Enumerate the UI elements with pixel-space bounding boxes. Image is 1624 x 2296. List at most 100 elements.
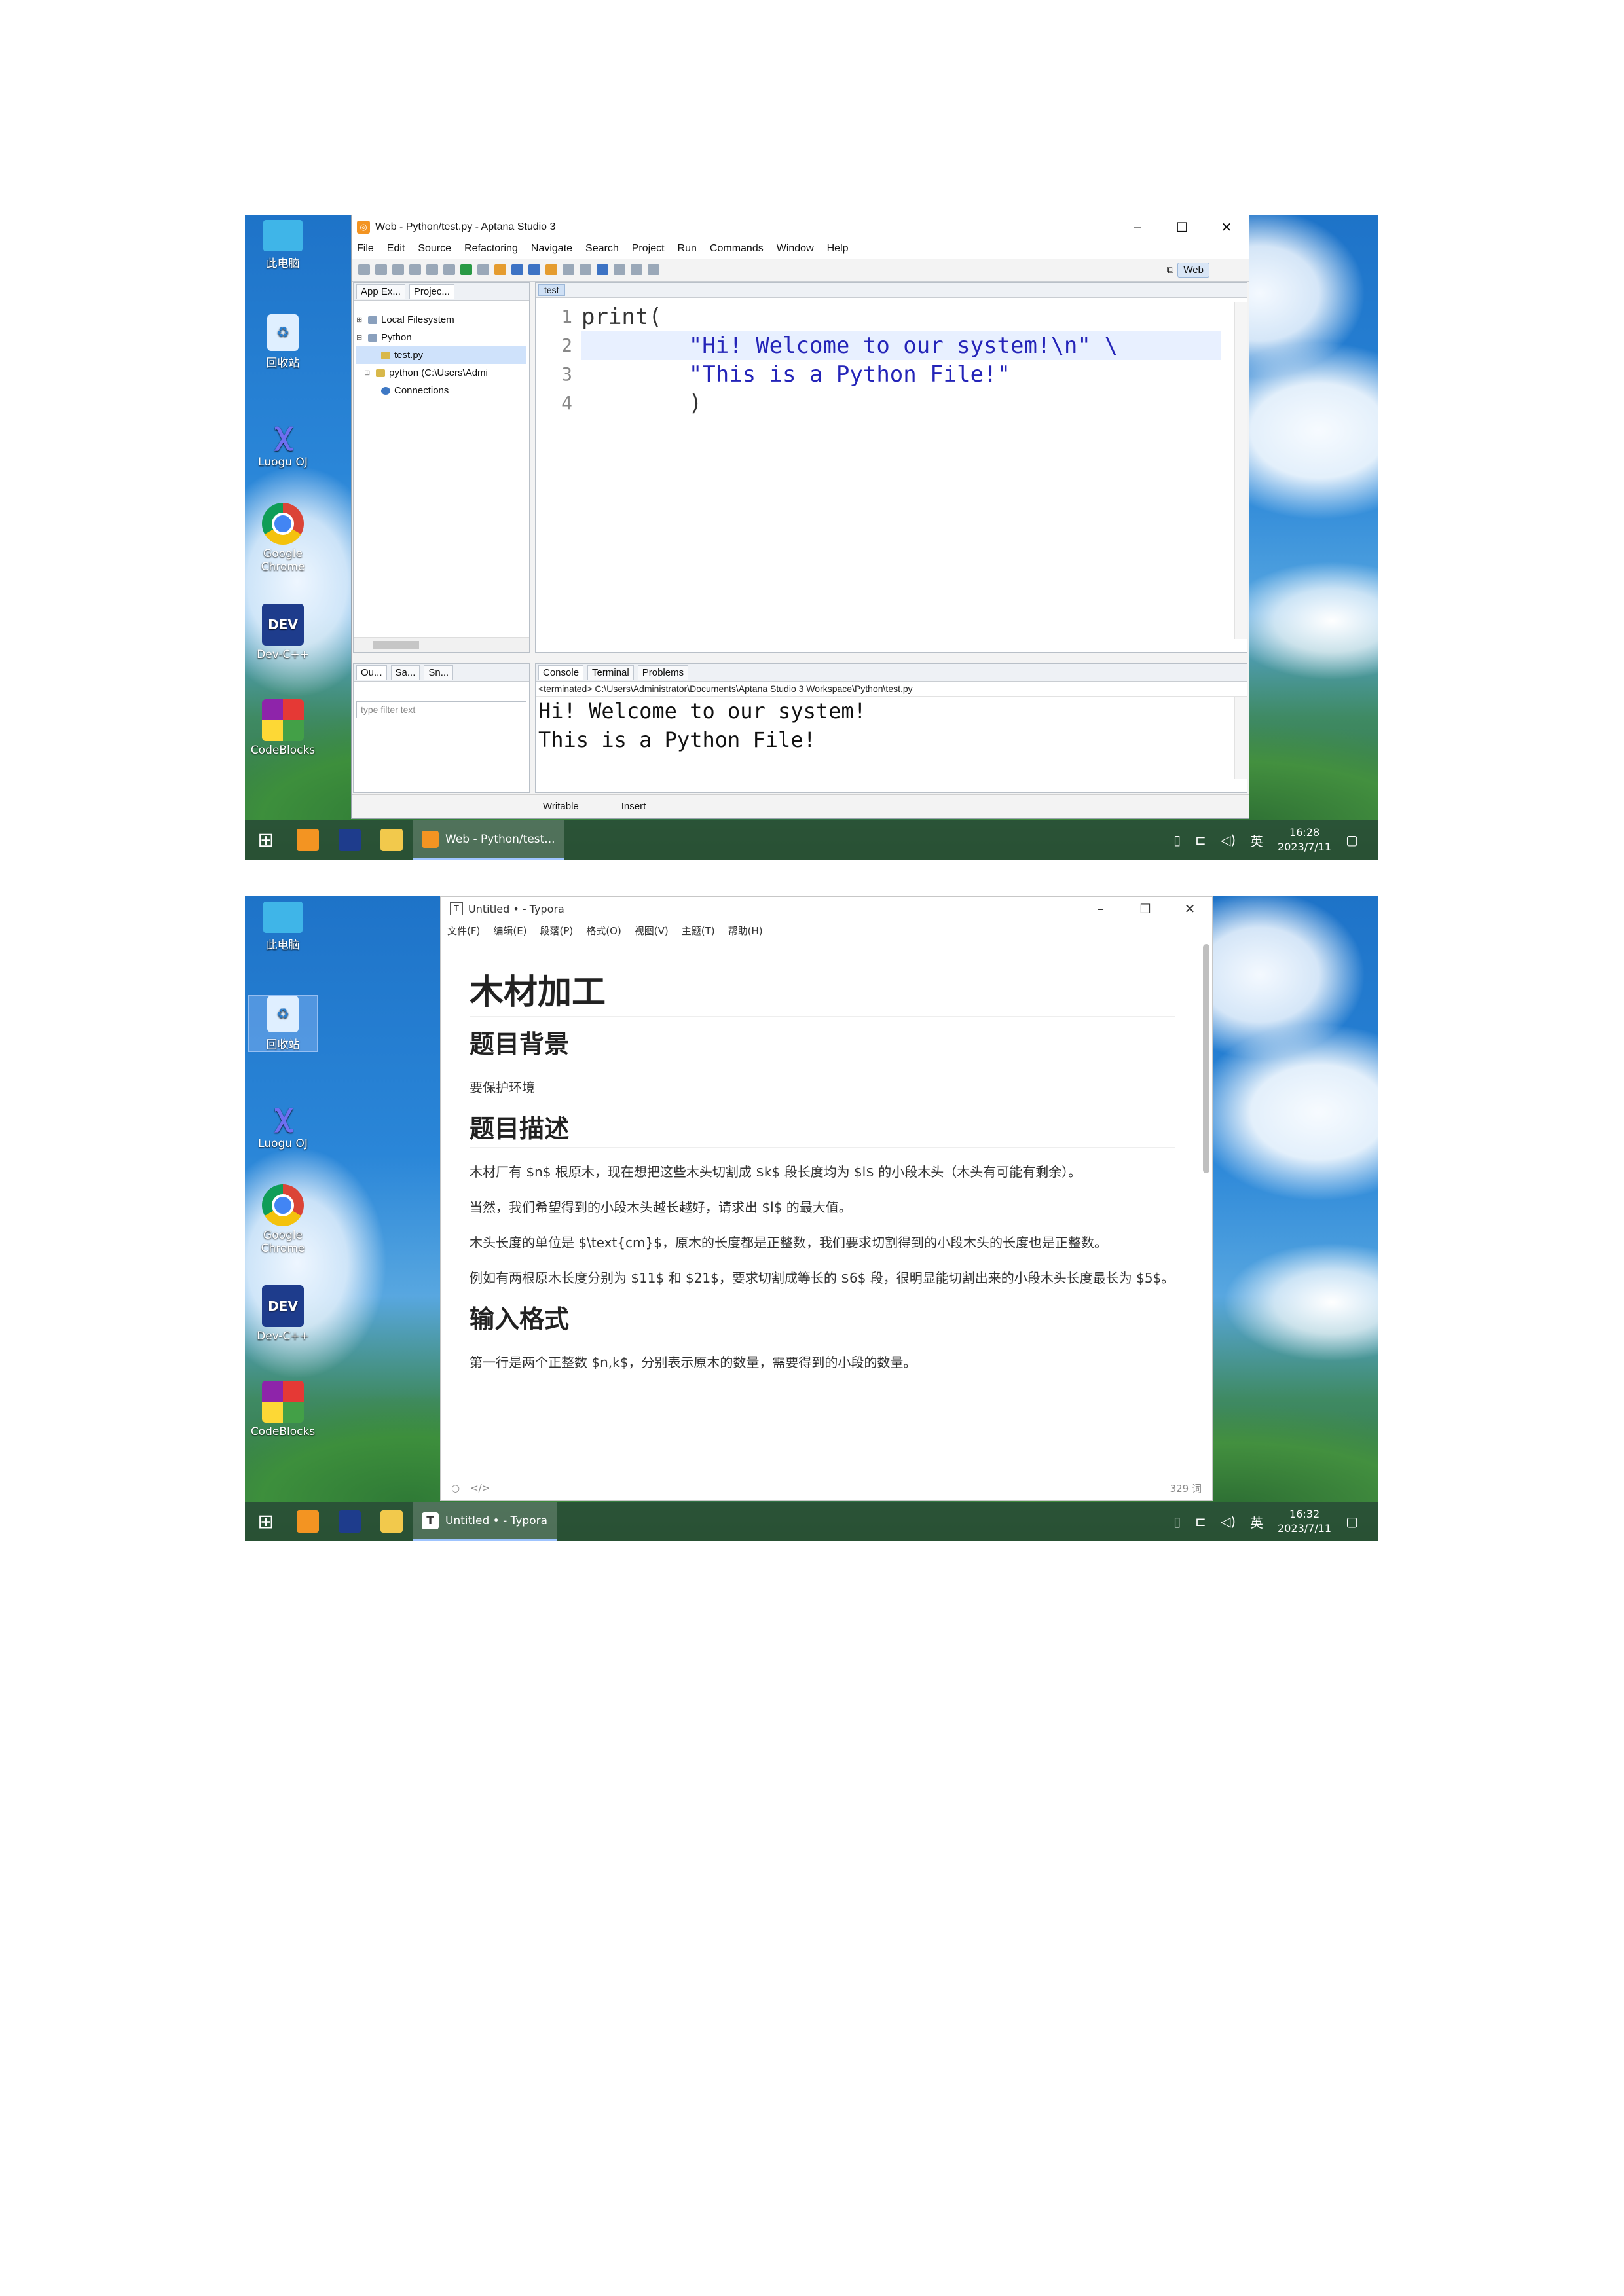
layout-icon[interactable] [511, 264, 523, 275]
edit-icon[interactable] [614, 264, 625, 275]
menu-item[interactable]: 格式(O) [586, 924, 621, 938]
menu-run[interactable]: Run [678, 243, 697, 255]
desktop-icon-chrome[interactable]: Google Chrome [249, 503, 317, 574]
save-all-icon[interactable] [392, 264, 404, 275]
forward-icon[interactable] [648, 264, 659, 275]
tab-console[interactable]: Console [538, 665, 584, 680]
network-icon[interactable]: ⊏ [1195, 1514, 1206, 1529]
menu-item[interactable]: 编辑(E) [493, 924, 526, 938]
globe-icon[interactable] [597, 264, 608, 275]
tree-item[interactable]: Connections [356, 382, 526, 399]
code-line[interactable]: ) [581, 389, 1221, 418]
menu-item[interactable]: 视图(V) [635, 924, 669, 938]
tab-app-explorer[interactable]: App Ex... [356, 283, 405, 299]
tree-item[interactable]: ⊞ Local Filesystem [356, 311, 526, 329]
menu-help[interactable]: Help [827, 243, 849, 255]
expand-toggle-icon[interactable]: ⊞ [364, 369, 372, 377]
tree-item[interactable]: ⊟ Python [356, 329, 526, 346]
menu-window[interactable]: Window [777, 243, 814, 255]
web-perspective-button[interactable]: Web [1177, 262, 1209, 278]
taskbar-app-typora[interactable]: T Untitled • - Typora [413, 1502, 557, 1541]
menu-item[interactable]: 段落(P) [540, 924, 574, 938]
tab-outline[interactable]: Ou... [356, 665, 387, 680]
filter-input[interactable]: type filter text [356, 701, 526, 718]
notification-icon[interactable]: ▢ [1346, 1514, 1358, 1529]
taskbar-devcpp-icon[interactable] [329, 820, 371, 860]
maximize-icon[interactable]: ☐ [1123, 901, 1168, 917]
menu-navigate[interactable]: Navigate [531, 243, 572, 255]
settings-icon[interactable] [443, 264, 455, 275]
desktop-icon-recycle-bin[interactable]: ♻ 回收站 [249, 314, 317, 370]
clock[interactable]: 16:28 2023/7/11 [1278, 826, 1331, 854]
desktop-icon-luogu[interactable]: ꭓ Luogu OJ [249, 411, 317, 469]
volume-icon[interactable]: ◁) [1221, 1514, 1236, 1529]
tab-project-explorer[interactable]: Projec... [409, 283, 454, 299]
perspective-switcher[interactable]: ⧉ Web [1167, 262, 1209, 278]
outline-toggle-icon[interactable]: ○ [451, 1482, 460, 1494]
horizontal-scrollbar[interactable] [354, 637, 529, 652]
menu-item[interactable]: 帮助(H) [728, 924, 763, 938]
desktop-icon-luogu[interactable]: ꭓ Luogu OJ [249, 1093, 317, 1150]
print-icon[interactable] [409, 264, 421, 275]
code-area[interactable]: print( "Hi! Welcome to our system!\n" \ … [581, 302, 1221, 639]
desktop-icon-this-pc[interactable]: 此电脑 [249, 902, 317, 952]
code-line[interactable]: print( [581, 302, 1221, 331]
menu-edit[interactable]: Edit [387, 243, 405, 255]
ime-indicator[interactable]: 英 [1250, 831, 1263, 850]
menu-search[interactable]: Search [585, 243, 619, 255]
taskbar-folder-icon[interactable] [371, 820, 413, 860]
terminal-icon[interactable] [580, 264, 591, 275]
debug-icon[interactable] [477, 264, 489, 275]
battery-icon[interactable]: ▯ [1173, 832, 1181, 848]
home-icon[interactable] [545, 264, 557, 275]
tab-samples[interactable]: Sa... [390, 665, 420, 680]
back-icon[interactable] [631, 264, 642, 275]
ime-indicator[interactable]: 英 [1250, 1512, 1263, 1531]
menu-file[interactable]: File [357, 243, 374, 255]
taskbar-devcpp-icon[interactable] [329, 1502, 371, 1541]
notification-icon[interactable]: ▢ [1346, 832, 1358, 848]
maximize-icon[interactable]: ☐ [1160, 219, 1204, 236]
open-perspective-icon[interactable]: ⧉ [1167, 264, 1174, 276]
minimize-icon[interactable]: – [1115, 219, 1160, 236]
menu-project[interactable]: Project [632, 243, 665, 255]
code-line[interactable]: "Hi! Welcome to our system!\n" \ [581, 331, 1221, 360]
menu-item[interactable]: 文件(F) [447, 924, 480, 938]
layout2-icon[interactable] [528, 264, 540, 275]
tab-terminal[interactable]: Terminal [587, 665, 634, 680]
menu-commands[interactable]: Commands [710, 243, 764, 255]
document-scrollbar[interactable] [1203, 944, 1209, 1173]
new-icon[interactable] [358, 264, 370, 275]
desktop-icon-this-pc[interactable]: 此电脑 [249, 220, 317, 270]
desktop-icon-chrome[interactable]: Google Chrome [249, 1184, 317, 1255]
code-line[interactable]: "This is a Python File!" [581, 360, 1221, 389]
console-scrollbar[interactable] [1234, 697, 1247, 779]
source-mode-icon[interactable]: </> [470, 1482, 490, 1494]
network-icon[interactable]: ⊏ [1195, 832, 1206, 848]
expand-toggle-icon[interactable]: ⊟ [356, 333, 364, 342]
menu-source[interactable]: Source [418, 243, 451, 255]
menu-item[interactable]: 主题(T) [682, 924, 715, 938]
tab-snippets[interactable]: Sn... [424, 665, 454, 680]
editor-scrollbar[interactable] [1234, 302, 1247, 639]
editor-tab-test[interactable]: test [538, 284, 565, 296]
battery-icon[interactable]: ▯ [1173, 1514, 1181, 1529]
desktop-icon-codeblocks[interactable]: CodeBlocks [249, 1381, 317, 1438]
menu-refactoring[interactable]: Refactoring [464, 243, 518, 255]
desktop-icon-recycle-bin[interactable]: ♻ 回收站 [248, 995, 318, 1052]
desktop-icon-devcpp[interactable]: DEV Dev-C++ [249, 604, 317, 661]
run-icon[interactable] [460, 264, 472, 275]
close-icon[interactable]: ✕ [1204, 219, 1249, 236]
minimize-icon[interactable]: – [1079, 901, 1123, 917]
tab-problems[interactable]: Problems [637, 665, 689, 680]
taskbar-folder-icon[interactable] [371, 1502, 413, 1541]
tool-icon[interactable] [426, 264, 438, 275]
tree-item[interactable]: test.py [356, 346, 526, 364]
document-body[interactable]: 木材加工 题目背景 要保护环境 题目描述 木材厂有 $n$ 根原木，现在想把这些木头切… [470, 969, 1175, 1385]
window-icon[interactable] [563, 264, 574, 275]
desktop-icon-codeblocks[interactable]: CodeBlocks [249, 699, 317, 757]
clock[interactable]: 16:32 2023/7/11 [1278, 1507, 1331, 1536]
save-icon[interactable] [375, 264, 387, 275]
taskbar-app-aptana[interactable]: Web - Python/test... [413, 820, 564, 860]
deploy-icon[interactable] [494, 264, 506, 275]
